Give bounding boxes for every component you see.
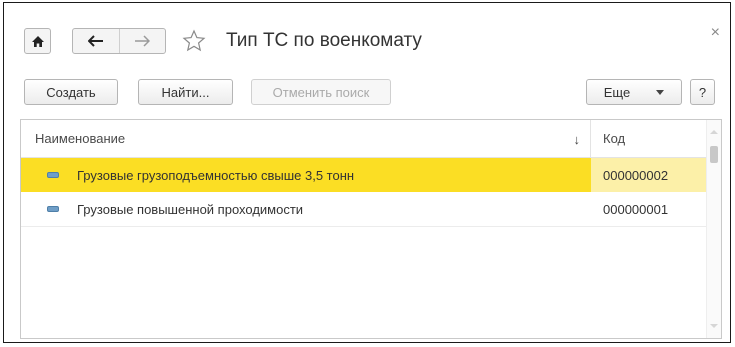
more-menu-button[interactable]: Еще: [586, 79, 682, 105]
column-name-label: Наименование: [35, 131, 126, 146]
home-button[interactable]: [24, 28, 51, 54]
scroll-up-icon[interactable]: [710, 130, 718, 134]
help-button[interactable]: ?: [690, 79, 715, 105]
sort-arrow-icon: ↓: [573, 132, 581, 147]
column-header-code[interactable]: Код: [591, 120, 707, 157]
catalog-item-icon: [47, 206, 59, 212]
code-cell: 000000002: [591, 158, 707, 192]
back-button[interactable]: [73, 29, 119, 53]
vertical-scrollbar[interactable]: [706, 120, 721, 338]
page-title: Тип ТС по военкомату: [226, 30, 422, 51]
scroll-thumb[interactable]: [710, 146, 718, 163]
catalog-item-icon: [47, 172, 59, 178]
favorite-button[interactable]: [182, 29, 206, 53]
name-cell: Грузовые грузоподъемностью свыше 3,5 тон…: [21, 158, 591, 192]
arrow-left-icon: [87, 35, 103, 47]
code-cell: 000000001: [603, 201, 669, 217]
form-header: Тип ТС по военкомату ×: [4, 3, 730, 61]
scroll-down-icon[interactable]: [710, 324, 718, 328]
list-table: Наименование ↓ Код Грузовые грузоподъемн…: [20, 119, 722, 339]
table-header: Наименование ↓ Код: [21, 120, 707, 158]
home-icon: [31, 35, 44, 47]
column-code-label: Код: [603, 131, 626, 146]
close-icon[interactable]: ×: [711, 25, 720, 41]
table-row[interactable]: Грузовые грузоподъемностью свыше 3,5 тон…: [21, 158, 707, 192]
more-label: Еще: [603, 84, 631, 100]
star-outline-icon: [182, 29, 206, 52]
find-button[interactable]: Найти...: [138, 79, 233, 105]
table-row[interactable]: Грузовые повышенной проходимости 0000000…: [21, 192, 707, 227]
command-bar: Создать Найти... Отменить поиск Еще ?: [4, 79, 730, 107]
column-header-name[interactable]: Наименование ↓: [21, 120, 591, 157]
row-name: Грузовые грузоподъемностью свыше 3,5 тон…: [77, 167, 355, 183]
cancel-search-button[interactable]: Отменить поиск: [251, 79, 391, 105]
form-window: Тип ТС по военкомату × Создать Найти... …: [3, 2, 731, 343]
caret-down-icon: [656, 89, 665, 95]
arrow-right-icon: [135, 35, 151, 47]
row-name: Грузовые повышенной проходимости: [77, 201, 304, 217]
create-button[interactable]: Создать: [24, 79, 118, 105]
forward-button[interactable]: [118, 29, 166, 53]
name-cell: Грузовые повышенной проходимости: [21, 192, 591, 226]
navigation-buttons: [72, 28, 166, 54]
